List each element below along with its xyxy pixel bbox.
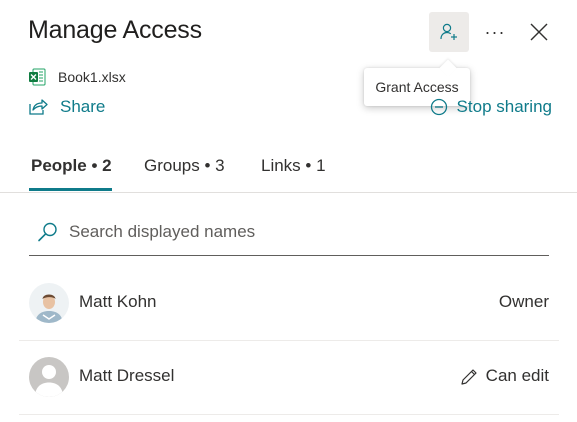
role-label: Owner bbox=[498, 292, 549, 311]
user-photo bbox=[29, 283, 69, 323]
person-name: Matt Kohn bbox=[79, 292, 157, 311]
list-item[interactable]: Matt Kohn Owner bbox=[19, 267, 559, 341]
stop-sharing-link[interactable]: Stop sharing bbox=[430, 97, 552, 117]
add-person-icon bbox=[440, 23, 457, 40]
avatar bbox=[29, 283, 69, 323]
tab-bar: People • 2 Groups • 3 Links • 1 bbox=[0, 148, 577, 193]
tab-groups[interactable]: Groups • 3 bbox=[144, 156, 225, 176]
minus-circle-icon bbox=[430, 98, 447, 116]
excel-file-icon bbox=[29, 68, 46, 86]
close-icon bbox=[530, 23, 548, 41]
search-input[interactable]: Search displayed names bbox=[29, 212, 549, 256]
pencil-icon bbox=[461, 368, 477, 385]
person-name: Matt Dressel bbox=[79, 366, 175, 385]
default-user-icon bbox=[29, 357, 69, 397]
search-icon bbox=[38, 222, 57, 242]
tab-links[interactable]: Links • 1 bbox=[261, 156, 326, 176]
role-label: Can edit bbox=[485, 366, 549, 385]
file-info: Book1.xlsx bbox=[28, 68, 126, 86]
tab-people[interactable]: People • 2 bbox=[31, 156, 112, 176]
search-placeholder: Search displayed names bbox=[69, 222, 256, 241]
avatar bbox=[29, 357, 69, 397]
grant-access-button[interactable] bbox=[429, 12, 469, 52]
share-link[interactable]: Share bbox=[28, 97, 105, 117]
permission-role: Owner bbox=[499, 292, 549, 312]
page-title: Manage Access bbox=[28, 16, 202, 44]
close-button[interactable] bbox=[522, 12, 556, 52]
active-tab-indicator bbox=[29, 188, 112, 191]
more-options-button[interactable]: ··· bbox=[478, 12, 512, 52]
share-label: Share bbox=[60, 97, 106, 116]
stop-sharing-label: Stop sharing bbox=[456, 97, 552, 116]
list-item[interactable]: Matt Dressel Can edit bbox=[19, 341, 559, 415]
share-icon bbox=[29, 99, 48, 115]
permission-role[interactable]: Can edit bbox=[460, 366, 549, 386]
file-name: Book1.xlsx bbox=[58, 69, 126, 85]
tooltip-text: Grant Access bbox=[375, 79, 459, 95]
more-icon: ··· bbox=[484, 21, 506, 42]
